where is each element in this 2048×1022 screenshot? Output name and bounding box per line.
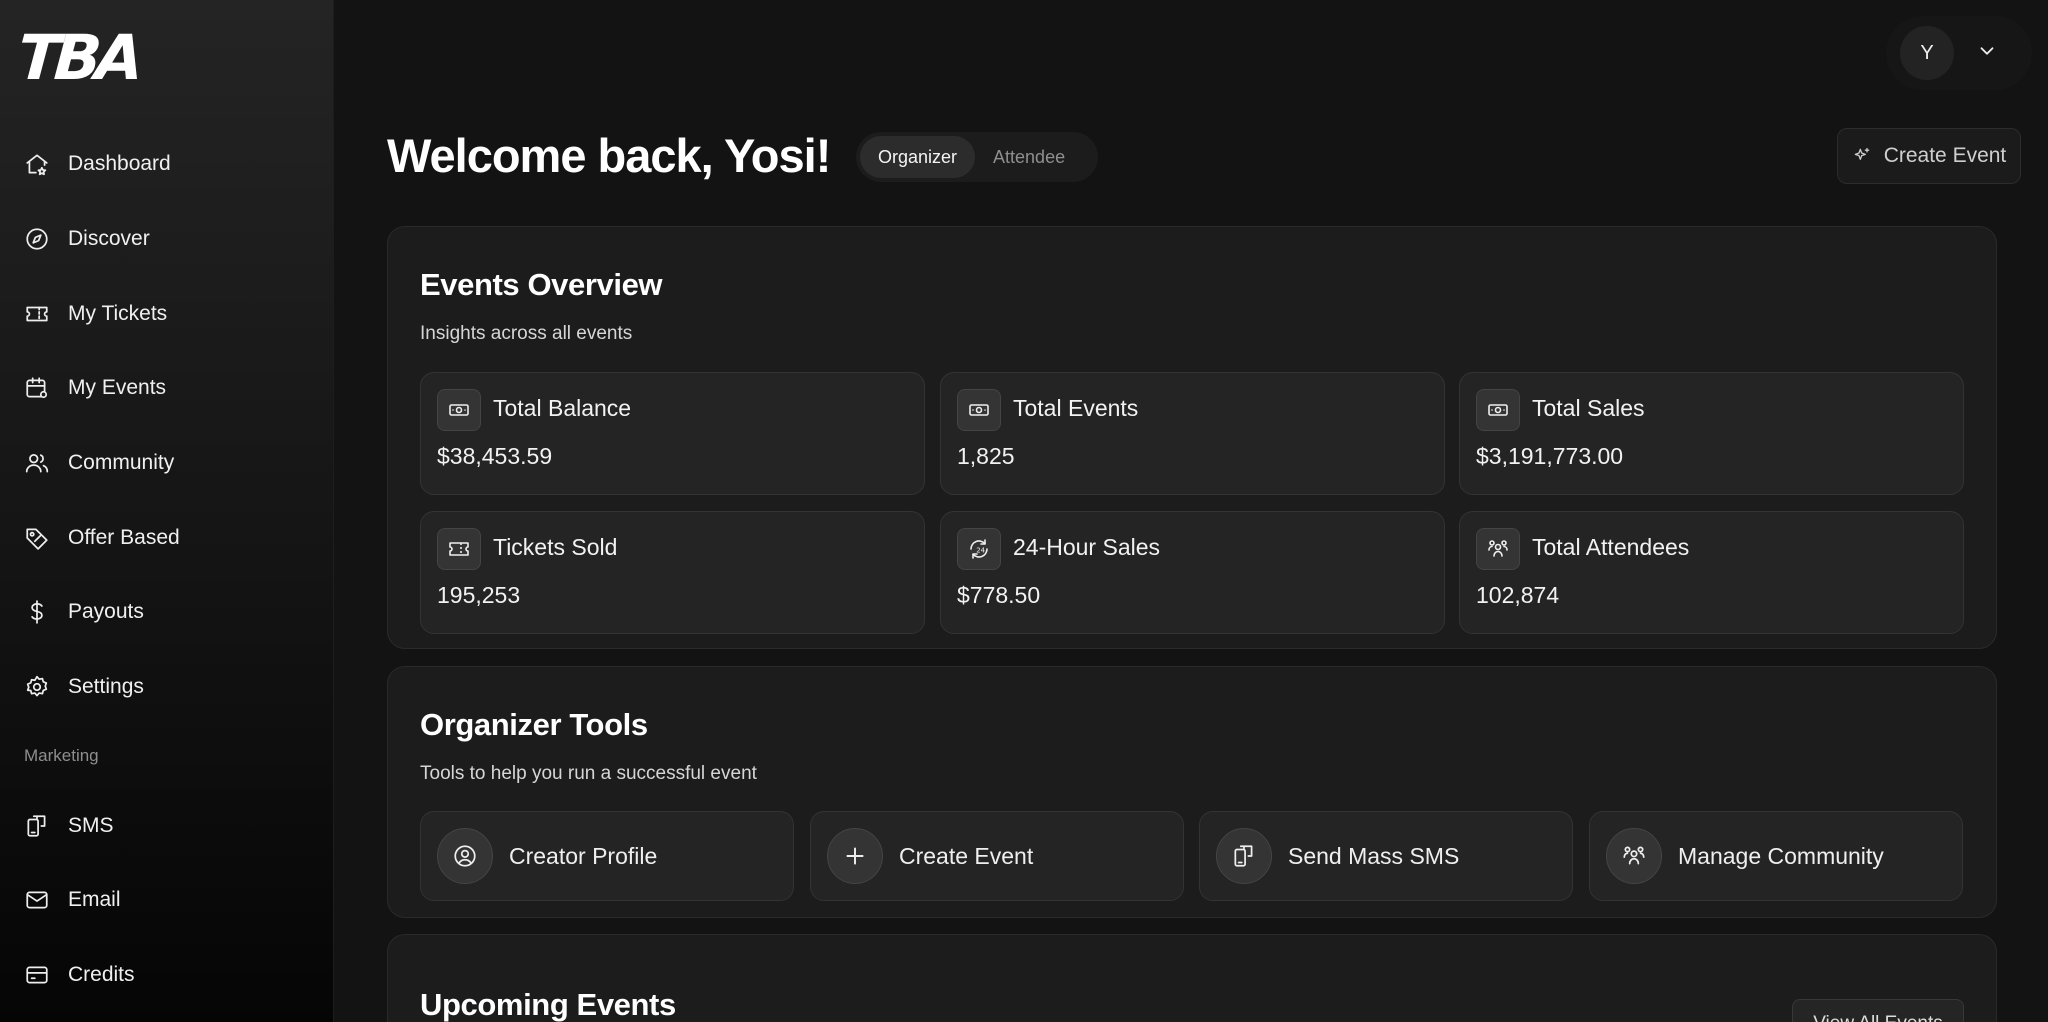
stat-value: $38,453.59 [437,443,553,469]
avatar[interactable]: Y [1900,26,1954,80]
svg-text:24: 24 [976,547,985,555]
sidebar-item-label: Credits [68,963,135,986]
sidebar-item-label: SMS [68,814,114,837]
stat-24-hour-sales: 24 24-Hour Sales $778.50 [940,511,1445,634]
events-overview-title: Events Overview [420,267,663,302]
organizer-tools-subtitle: Tools to help you run a successful event [420,763,757,784]
credit-card-icon [26,966,48,984]
sidebar-item-label: Community [68,451,175,474]
compass-icon [26,228,48,250]
sidebar-section-marketing: Marketing [24,746,99,765]
sparkle-icon [1854,147,1870,160]
sms-icon [1216,828,1272,884]
events-overview-card: Events Overview Insights across all even… [387,226,1997,649]
stat-label: 24-Hour Sales [1013,534,1161,560]
dollar-icon [31,600,43,624]
upcoming-events-title: Upcoming Events [420,987,676,1022]
view-all-events-button[interactable]: View All Events [1792,999,1964,1022]
stat-total-sales: Total Sales $3,191,773.00 [1459,372,1964,495]
tool-creator-profile[interactable]: Creator Profile [420,811,794,901]
sidebar-item-email[interactable]: Email [24,880,314,920]
sidebar-item-label: Offer Based [68,526,180,549]
tool-send-mass-sms[interactable]: Send Mass SMS [1199,811,1573,901]
main-content: Y Welcome back, Yosi! Organizer Attendee… [334,0,2048,1022]
sidebar-item-my-tickets[interactable]: My Tickets [24,294,314,334]
stat-label: Total Balance [493,395,632,421]
users-group-icon [1606,828,1662,884]
sidebar-item-my-events[interactable]: My Events [24,368,314,408]
logo[interactable]: TBA [15,21,140,94]
sidebar-item-label: My Events [68,376,167,399]
stat-label: Tickets Sold [493,534,618,560]
sms-icon [27,815,46,837]
tool-manage-community[interactable]: Manage Community [1589,811,1963,901]
upcoming-events-card: Upcoming Events View All Events [387,934,1997,1022]
stat-value: 195,253 [437,582,521,608]
cash-icon [957,389,1001,431]
stat-value: $778.50 [957,582,1041,608]
stat-total-balance: Total Balance $38,453.59 [420,372,925,495]
tool-label: Create Event [899,842,1034,869]
stat-value: 1,825 [957,443,1015,469]
users-group-icon [1476,528,1520,570]
user-circle-icon [437,828,493,884]
plus-icon [827,828,883,884]
gear-icon [26,675,48,697]
app: TBA Dashboard Discover My Tickets My Eve… [0,0,2048,1022]
ticket-icon [437,528,481,570]
cash-icon [1476,389,1520,431]
create-event-button[interactable]: Create Event [1837,128,2021,184]
sidebar-item-label: Settings [68,675,144,698]
stat-total-events: Total Events 1,825 [940,372,1445,495]
sidebar-item-discover[interactable]: Discover [24,219,314,259]
stat-value: $3,191,773.00 [1476,443,1624,469]
sidebar-item-offer-based[interactable]: Offer Based [24,518,314,558]
tag-icon [26,528,48,550]
sidebar-item-community[interactable]: Community [24,443,314,483]
sidebar-item-settings[interactable]: Settings [24,667,314,707]
mail-icon [26,891,48,909]
tool-label: Send Mass SMS [1288,842,1460,869]
role-toggle: Organizer Attendee [856,132,1098,182]
sidebar-item-label: Discover [68,227,150,250]
stat-label: Total Attendees [1532,534,1690,560]
tool-label: Creator Profile [509,842,658,869]
toggle-organizer[interactable]: Organizer [860,136,976,178]
sidebar-item-sms[interactable]: SMS [24,806,314,846]
stat-label: Total Sales [1532,395,1645,421]
stat-label: Total Events [1013,395,1139,421]
home-icon [26,154,48,176]
page-title: Welcome back, Yosi! [387,129,831,182]
users-icon [25,454,49,473]
stat-tickets-sold: Tickets Sold 195,253 [420,511,925,634]
calendar-icon [26,377,48,399]
toggle-attendee[interactable]: Attendee [975,136,1083,178]
sidebar-item-label: Email [68,888,121,911]
tool-label: Manage Community [1678,842,1884,869]
sidebar-item-label: Dashboard [68,152,171,175]
cash-icon [437,389,481,431]
sidebar-item-payouts[interactable]: Payouts [24,592,314,632]
sidebar: TBA Dashboard Discover My Tickets My Eve… [0,0,334,1022]
organizer-tools-title: Organizer Tools [420,707,648,742]
stat-value: 102,874 [1476,582,1560,608]
events-overview-subtitle: Insights across all events [420,323,633,344]
account-menu[interactable]: Y [1886,16,2032,90]
tool-create-event[interactable]: Create Event [810,811,1184,901]
organizer-tools-card: Organizer Tools Tools to help you run a … [387,666,1997,918]
clock-24-icon: 24 [957,528,1001,570]
sidebar-item-label: Payouts [68,600,144,623]
sidebar-item-dashboard[interactable]: Dashboard [24,144,314,184]
sidebar-item-label: My Tickets [68,302,168,325]
stat-total-attendees: Total Attendees 102,874 [1459,511,1964,634]
chevron-down-icon[interactable] [1976,40,1998,67]
ticket-icon [26,306,48,322]
sidebar-item-credits[interactable]: Credits [24,955,314,995]
create-event-label: Create Event [1883,144,2007,167]
